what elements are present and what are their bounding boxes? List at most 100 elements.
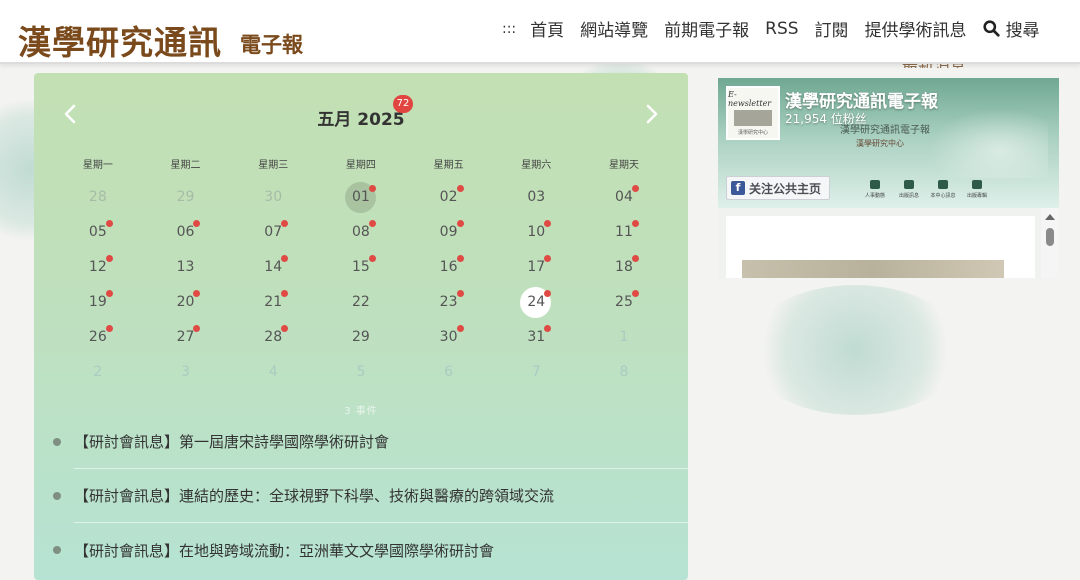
calendar-day[interactable]: 8 [580,355,668,390]
calendar-week: 2 3 4 5 6 7 8 [54,355,668,390]
search-button[interactable]: 搜尋 [982,16,1040,41]
calendar-day[interactable]: 03 [492,180,580,215]
calendar-day[interactable]: 05 [54,215,142,250]
nav-submit-info[interactable]: 提供學術訊息 [865,16,967,41]
calendar-day[interactable]: 02 [405,180,493,215]
nav-accesskey[interactable]: ::: [502,21,516,37]
calendar-day[interactable]: 06 [142,215,230,250]
calendar-day[interactable]: 11 [580,215,668,250]
facebook-follow-button[interactable]: f 关注公共主页 [726,176,831,200]
calendar-day[interactable]: 22 [317,285,405,320]
calendar-day[interactable]: 08 [317,215,405,250]
day-number: 16 [440,250,464,285]
calendar-day[interactable]: 6 [405,355,493,390]
calendar-week: 28 29 30 01 02 03 04 [54,180,668,215]
event-item[interactable]: 【研討會訊息】連結的歷史：全球視野下科學、技術與醫療的跨領域交流 [53,469,688,523]
calendar-day[interactable]: 16 [405,250,493,285]
event-title[interactable]: 【研討會訊息】在地與跨域流動：亞洲華文文學國際學術研討會 [74,540,494,561]
calendar-day[interactable]: 29 [142,180,230,215]
calendar-day[interactable]: 26 [54,320,142,355]
calendar-day[interactable]: 23 [405,285,493,320]
calendar-day[interactable]: 12 [54,250,142,285]
calendar-day[interactable]: 04 [580,180,668,215]
nav-home[interactable]: 首頁 [530,16,564,41]
facebook-fan-count: 21,954 位粉丝 [785,112,867,126]
facebook-avatar[interactable]: E-newsletter 漢學研究中心 [726,86,780,140]
facebook-page-name[interactable]: 漢學研究通訊電子報 [785,87,938,112]
event-title[interactable]: 【研討會訊息】連結的歷史：全球視野下科學、技術與醫療的跨領域交流 [74,485,554,506]
calendar-day[interactable]: 28 [54,180,142,215]
calendar-day[interactable]: 30 [229,180,317,215]
day-number: 27 [177,320,201,355]
day-number: 6 [444,364,454,380]
calendar-day[interactable]: 5 [317,355,405,390]
event-dot-icon [281,220,289,227]
avatar-image [734,110,772,126]
scroll-thumb[interactable] [1046,228,1054,246]
event-item[interactable]: 【研討會訊息】在地與跨域流動：亞洲華文文學國際學術研討會 [53,523,688,577]
event-dot-icon [368,220,376,227]
post-image[interactable] [742,260,1004,278]
calendar-day[interactable]: 29 [317,320,405,355]
bullet-icon [53,491,61,500]
event-title[interactable]: 【研討會訊息】第一屆唐宋詩學國際學術研討會 [74,431,389,452]
event-dot-icon [105,220,113,227]
calendar-day[interactable]: 25 [580,285,668,320]
event-dot-icon [193,290,201,297]
scroll-up-icon[interactable] [1045,214,1055,220]
facebook-timeline [718,208,1059,278]
day-number: 08 [352,215,376,250]
site-logo-sub[interactable]: 電子報 [240,29,303,59]
day-number: 4 [268,364,278,380]
calendar-day[interactable]: 1 [580,320,668,355]
calendar-day[interactable]: 10 [492,215,580,250]
site-header: 漢學研究通訊 電子報 ::: 首頁 網站導覽 前期電子報 RSS 訂閱 提供學術… [0,0,1080,64]
day-number: 1 [619,329,629,345]
event-list: 【研討會訊息】第一屆唐宋詩學國際學術研討會 【研討會訊息】連結的歷史：全球視野下… [34,415,688,577]
facebook-cover[interactable]: 漢學研究通訊電子報 漢學研究中心 E-newsletter 漢學研究中心 漢學研… [718,78,1059,208]
day-number: 07 [264,215,289,250]
day-number: 19 [89,285,113,320]
weekday-label: 星期一 [82,160,113,171]
calendar-day[interactable]: 2 [54,355,142,390]
calendar-day[interactable]: 19 [54,285,142,320]
event-dot-icon [456,325,464,332]
calendar-day[interactable]: 20 [142,285,230,320]
site-logo[interactable]: 漢學研究通訊 [18,16,222,64]
event-dot-icon [544,255,552,262]
chevron-right-icon[interactable] [644,103,660,125]
calendar-day[interactable]: 7 [492,355,580,390]
nav-rss[interactable]: RSS [765,19,798,39]
calendar-day[interactable]: 17 [492,250,580,285]
weekday-label: 星期二 [170,160,201,171]
event-dot-icon [105,255,113,262]
calendar-day[interactable]: 18 [580,250,668,285]
calendar-day[interactable]: 4 [229,355,317,390]
calendar-day[interactable]: 31 [492,320,580,355]
calendar-day-selected[interactable]: 01 [317,180,405,215]
timeline-scrollbar[interactable] [1041,208,1059,278]
event-dot-icon [281,325,289,332]
calendar-day[interactable]: 14 [229,250,317,285]
cover-menu: 人事動態 出版訊息 本中心訊息 出版專輯 [858,180,994,199]
calendar-day[interactable]: 07 [229,215,317,250]
calendar-day[interactable]: 28 [229,320,317,355]
cover-menu-label: 本中心訊息 [930,193,956,199]
nav-subscribe[interactable]: 訂閱 [815,16,849,41]
calendar-day[interactable]: 30 [405,320,493,355]
event-item[interactable]: 【研討會訊息】第一屆唐宋詩學國際學術研討會 [53,415,688,469]
calendar-day[interactable]: 21 [229,285,317,320]
calendar-week: 12 13 14 15 16 17 18 [54,250,668,285]
weekday-header: 星期一 星期二 星期三 星期四 星期五 星期六 星期天 [54,156,668,171]
nav-archive[interactable]: 前期電子報 [664,16,749,41]
calendar-day-today[interactable]: 24 [492,285,580,320]
nav-sitemap[interactable]: 網站導覽 [580,16,648,41]
follow-label: 关注公共主页 [749,181,822,196]
day-number: 11 [615,215,639,250]
calendar-day[interactable]: 15 [317,250,405,285]
calendar-day[interactable]: 13 [142,250,230,285]
book-icon [904,180,914,189]
calendar-day[interactable]: 09 [405,215,493,250]
calendar-day[interactable]: 27 [142,320,230,355]
calendar-day[interactable]: 3 [142,355,230,390]
